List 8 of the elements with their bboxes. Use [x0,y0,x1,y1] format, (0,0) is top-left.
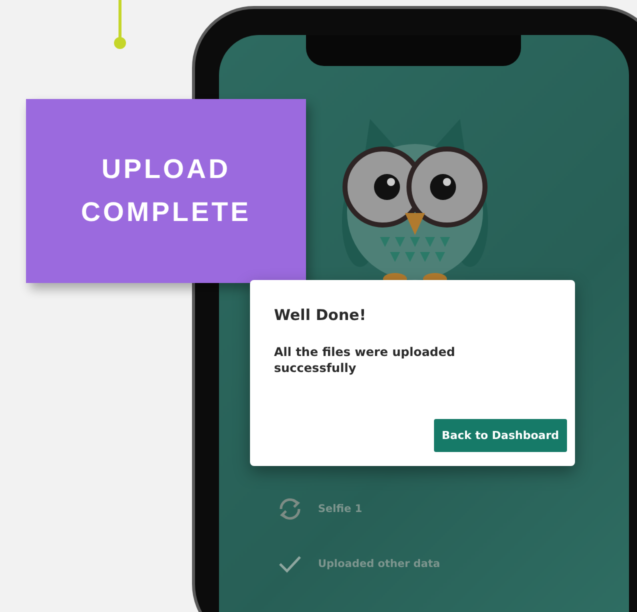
upload-item-label: Selfie 1 [318,503,362,515]
pin-line-icon [114,0,126,50]
callout-title: UPLOAD COMPLETE [80,153,252,229]
back-to-dashboard-button[interactable]: Back to Dashboard [434,419,567,452]
sync-icon [277,497,303,521]
upload-item-label: Uploaded other data [318,558,440,570]
dialog-title: Well Done! [274,306,368,324]
dialog-message: All the files were uploaded successfully [274,344,456,376]
